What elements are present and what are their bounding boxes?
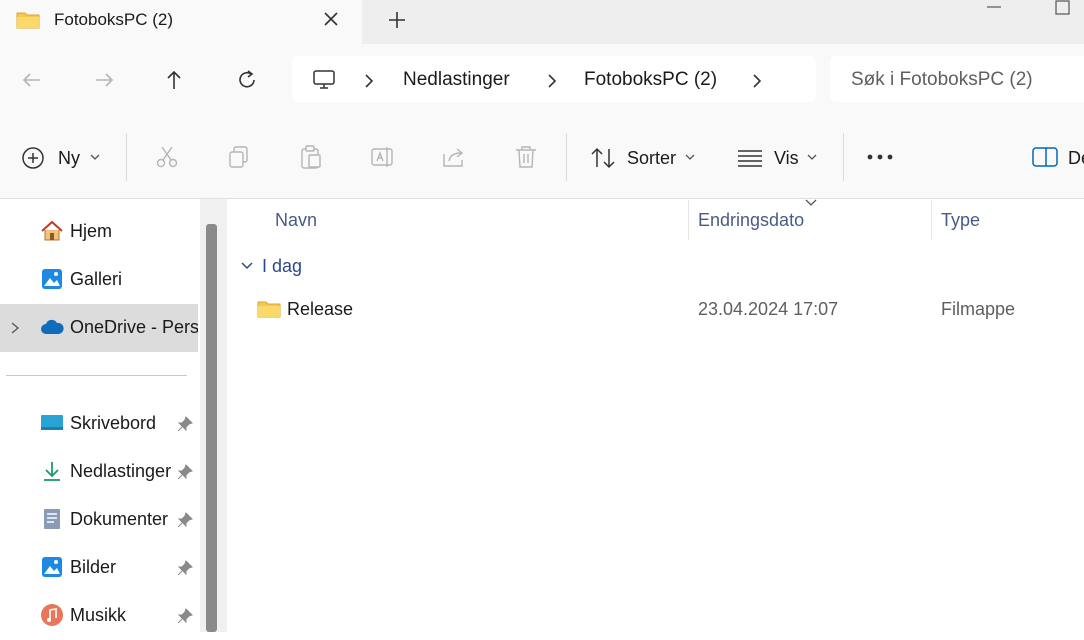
home-icon — [41, 220, 63, 241]
rename-icon[interactable] — [369, 144, 397, 170]
column-header-date[interactable]: Endringsdato — [698, 210, 804, 231]
back-arrow-icon[interactable] — [18, 66, 46, 94]
close-icon[interactable] — [320, 8, 342, 30]
chevron-down-icon[interactable] — [806, 152, 818, 162]
gallery-icon — [42, 269, 62, 289]
pin-icon[interactable] — [176, 463, 194, 481]
plus-icon[interactable] — [386, 9, 408, 31]
separator — [126, 133, 127, 181]
chevron-down-icon[interactable] — [240, 260, 254, 272]
paste-icon[interactable] — [298, 144, 324, 170]
sidebar-item-pictures[interactable]: Bilder — [0, 544, 198, 592]
column-divider[interactable] — [688, 200, 689, 240]
sidebar-item-documents[interactable]: Dokumenter — [0, 496, 198, 544]
pin-icon[interactable] — [176, 415, 194, 433]
copy-icon[interactable] — [226, 144, 252, 170]
refresh-icon[interactable] — [233, 66, 261, 94]
sort-icon[interactable] — [590, 145, 616, 171]
share-icon[interactable] — [441, 144, 469, 170]
chevron-right-icon[interactable] — [362, 72, 376, 90]
plus-circle-icon[interactable] — [20, 145, 46, 171]
file-date: 23.04.2024 17:07 — [698, 299, 839, 319]
music-icon — [41, 604, 63, 626]
forward-arrow-icon[interactable] — [90, 66, 118, 94]
view-button[interactable]: Vis — [774, 148, 799, 169]
chevron-down-icon[interactable] — [684, 152, 696, 162]
sort-indicator-icon — [805, 199, 817, 206]
breadcrumb-item[interactable]: FotoboksPC (2) — [584, 69, 717, 91]
sidebar-item-downloads[interactable]: Nedlastinger — [0, 448, 198, 496]
breadcrumb-item[interactable]: Nedlastinger — [403, 69, 510, 91]
details-pane-icon[interactable] — [1032, 146, 1058, 168]
download-icon — [44, 462, 60, 481]
group-header[interactable]: I dag — [262, 256, 302, 277]
details-button[interactable]: De — [1068, 148, 1084, 169]
delete-icon[interactable] — [513, 144, 539, 170]
document-icon — [44, 509, 60, 529]
folder-icon — [257, 301, 281, 318]
view-list-icon[interactable] — [737, 147, 763, 169]
column-header-type[interactable]: Type — [941, 210, 980, 231]
sidebar-item-label: Galleri — [70, 269, 123, 289]
cut-icon[interactable] — [154, 144, 180, 170]
sidebar-item-onedrive[interactable]: OneDrive - Perso — [0, 304, 198, 352]
file-type: Filmappe — [941, 299, 1016, 319]
onedrive-cloud-icon — [41, 319, 64, 334]
sort-button[interactable]: Sorter — [627, 148, 676, 169]
tab-title: FotoboksPC (2) — [54, 10, 174, 29]
sidebar-divider — [6, 375, 187, 376]
pin-icon[interactable] — [176, 511, 194, 529]
this-pc-icon[interactable] — [312, 68, 336, 92]
sidebar-item-home[interactable]: Hjem — [0, 208, 198, 256]
chevron-right-icon[interactable] — [750, 72, 764, 90]
separator — [566, 133, 567, 181]
sidebar-scroll-thumb[interactable] — [206, 224, 217, 632]
more-options-icon[interactable] — [866, 150, 894, 164]
chevron-down-icon[interactable] — [89, 152, 101, 162]
folder-icon — [16, 12, 40, 29]
column-header-name[interactable]: Navn — [275, 210, 317, 231]
chevron-right-icon[interactable] — [9, 321, 21, 335]
sidebar-item-gallery[interactable]: Galleri — [0, 256, 198, 304]
separator — [843, 133, 844, 181]
up-arrow-icon[interactable] — [160, 66, 188, 94]
file-name[interactable]: Release — [287, 299, 353, 320]
pictures-icon — [42, 557, 62, 577]
search-placeholder[interactable]: Søk i FotoboksPC (2) — [851, 69, 1033, 91]
pin-icon[interactable] — [176, 607, 194, 625]
chevron-right-icon[interactable] — [545, 72, 559, 90]
sidebar-item-music[interactable]: Musikk — [0, 592, 198, 640]
column-divider[interactable] — [931, 200, 932, 240]
desktop-icon — [41, 415, 63, 430]
sidebar-item-label: OneDrive - Perso — [70, 317, 198, 337]
sidebar-item-desktop[interactable]: Skrivebord — [0, 400, 198, 448]
sidebar-item-label: Hjem — [70, 221, 113, 241]
minimize-icon[interactable] — [985, 0, 1003, 14]
maximize-icon[interactable] — [1054, 0, 1072, 16]
new-button[interactable]: Ny — [58, 148, 80, 169]
pin-icon[interactable] — [176, 559, 194, 577]
